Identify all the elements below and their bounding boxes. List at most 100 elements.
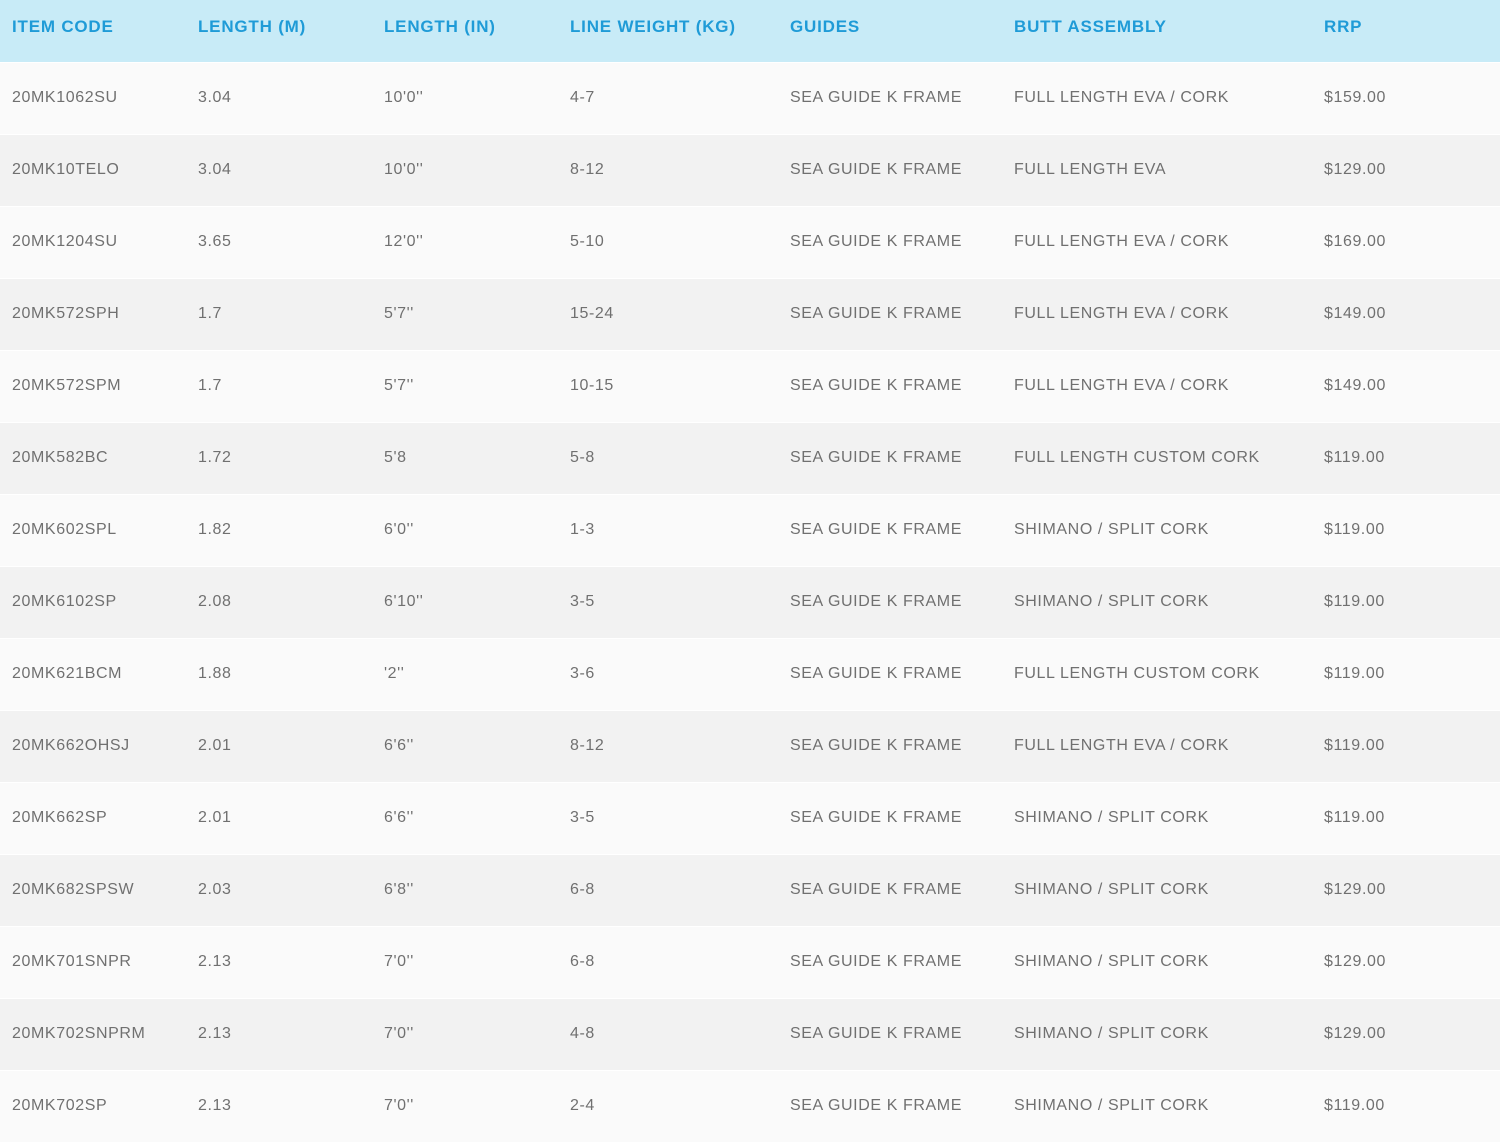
guides-cell: SEA GUIDE K FRAME	[778, 781, 1002, 854]
item-code-cell: 20MK582BC	[0, 421, 186, 494]
table-row: 20MK6102SP 2.08 6'10'' 3-5 SEA GUIDE K FRAME…	[0, 565, 1500, 638]
table-row: 20MK701SNPR 2.13 7'0'' 6-8 SEA GUIDE K FRAME…	[0, 925, 1500, 998]
length-in-cell: 6'0''	[372, 493, 558, 566]
guides-cell: SEA GUIDE K FRAME	[778, 133, 1002, 206]
rrp-cell: $129.00	[1312, 853, 1500, 926]
length-m-cell: 1.82	[186, 493, 372, 566]
line-weight-cell: 8-12	[558, 709, 778, 782]
butt-assembly-cell: FULL LENGTH CUSTOM CORK	[1002, 421, 1312, 494]
line-weight-cell: 5-8	[558, 421, 778, 494]
line-weight-cell: 15-24	[558, 277, 778, 350]
length-in-cell: 6'8''	[372, 853, 558, 926]
length-in-cell: 10'0''	[372, 61, 558, 134]
length-m-cell: 1.7	[186, 349, 372, 422]
guides-cell: SEA GUIDE K FRAME	[778, 565, 1002, 638]
line-weight-cell: 4-8	[558, 997, 778, 1070]
guides-cell: SEA GUIDE K FRAME	[778, 277, 1002, 350]
rrp-cell: $119.00	[1312, 493, 1500, 566]
line-weight-cell: 8-12	[558, 133, 778, 206]
table-body: 20MK1062SU 3.04 10'0'' 4-7 SEA GUIDE K FRAME…	[0, 61, 1500, 1142]
guides-cell: SEA GUIDE K FRAME	[778, 997, 1002, 1070]
column-header-guides: GUIDES	[790, 17, 860, 36]
table-row: 20MK572SPM 1.7 5'7'' 10-15 SEA GUIDE K FRAME…	[0, 349, 1500, 422]
length-m-cell: 1.72	[186, 421, 372, 494]
rrp-cell: $119.00	[1312, 421, 1500, 494]
butt-assembly-cell: FULL LENGTH EVA / CORK	[1002, 709, 1312, 782]
guides-cell: SEA GUIDE K FRAME	[778, 205, 1002, 278]
table-row: 20MK1062SU 3.04 10'0'' 4-7 SEA GUIDE K FRAME…	[0, 61, 1500, 134]
rrp-cell: $169.00	[1312, 205, 1500, 278]
guides-cell: SEA GUIDE K FRAME	[778, 421, 1002, 494]
rrp-cell: $149.00	[1312, 277, 1500, 350]
length-in-cell: 5'7''	[372, 277, 558, 350]
table-row: 20MK702SP 2.13 7'0'' 2-4 SEA GUIDE K FRAME SH…	[0, 1069, 1500, 1142]
length-m-cell: 1.88	[186, 637, 372, 710]
butt-assembly-cell: SHIMANO / SPLIT CORK	[1002, 997, 1312, 1070]
table-row: 20MK582BC 1.72 5'8 5-8 SEA GUIDE K FRAME FULL…	[0, 421, 1500, 494]
butt-assembly-cell: SHIMANO / SPLIT CORK	[1002, 565, 1312, 638]
rrp-cell: $119.00	[1312, 781, 1500, 854]
length-in-cell: 12'0''	[372, 205, 558, 278]
column-header-rrp: RRP	[1324, 17, 1363, 36]
line-weight-cell: 2-4	[558, 1069, 778, 1142]
length-in-cell: 6'6''	[372, 781, 558, 854]
length-m-cell: 3.04	[186, 61, 372, 134]
length-m-cell: 2.13	[186, 997, 372, 1070]
length-in-cell: 7'0''	[372, 1069, 558, 1142]
header-row: ITEM CODE LENGTH (M) LENGTH (IN) LINE WE…	[0, 0, 1500, 62]
column-header-length-m: LENGTH (M)	[198, 17, 307, 36]
rrp-cell: $129.00	[1312, 133, 1500, 206]
table-row: 20MK621BCM 1.88'2'' 3-6 SEA GUIDE K FRAME FU…	[0, 637, 1500, 710]
item-code-cell: 20MK572SPM	[0, 349, 186, 422]
line-weight-cell: 10-15	[558, 349, 778, 422]
length-m-cell: 3.04	[186, 133, 372, 206]
length-in-cell: 6'6''	[372, 709, 558, 782]
butt-assembly-cell: FULL LENGTH EVA	[1002, 133, 1312, 206]
table-row: 20MK662OHSJ 2.01 6'6'' 8-12 SEA GUIDE K FRAM…	[0, 709, 1500, 782]
item-code-cell: 20MK662SP	[0, 781, 186, 854]
rrp-cell: $119.00	[1312, 1069, 1500, 1142]
butt-assembly-cell: FULL LENGTH EVA / CORK	[1002, 61, 1312, 134]
column-header-butt-assembly: BUTT ASSEMBLY	[1014, 17, 1167, 36]
column-header-length-in: LENGTH (IN)	[384, 17, 496, 36]
table-row: 20MK10TELO 3.04 10'0'' 8-12 SEA GUIDE K FRAM…	[0, 133, 1500, 206]
butt-assembly-cell: FULL LENGTH EVA / CORK	[1002, 349, 1312, 422]
guides-cell: SEA GUIDE K FRAME	[778, 493, 1002, 566]
line-weight-cell: 6-8	[558, 925, 778, 998]
butt-assembly-cell: SHIMANO / SPLIT CORK	[1002, 925, 1312, 998]
length-m-cell: 3.65	[186, 205, 372, 278]
table-row: 20MK662SP 2.01 6'6'' 3-5 SEA GUIDE K FRAME SH…	[0, 781, 1500, 854]
length-m-cell: 2.08	[186, 565, 372, 638]
line-weight-cell: 3-6	[558, 637, 778, 710]
length-in-cell: 7'0''	[372, 925, 558, 998]
guides-cell: SEA GUIDE K FRAME	[778, 1069, 1002, 1142]
length-m-cell: 2.03	[186, 853, 372, 926]
line-weight-cell: 4-7	[558, 61, 778, 134]
product-spec-table: ITEM CODE LENGTH (M) LENGTH (IN) LINE WE…	[0, 0, 1500, 1142]
item-code-cell: 20MK621BCM	[0, 637, 186, 710]
item-code-cell: 20MK6102SP	[0, 565, 186, 638]
line-weight-cell: 1-3	[558, 493, 778, 566]
rrp-cell: $119.00	[1312, 565, 1500, 638]
item-code-cell: 20MK1204SU	[0, 205, 186, 278]
rrp-cell: $119.00	[1312, 709, 1500, 782]
rrp-cell: $149.00	[1312, 349, 1500, 422]
item-code-cell: 20MK682SPSW	[0, 853, 186, 926]
line-weight-cell: 5-10	[558, 205, 778, 278]
table-row: 20MK572SPH 1.7 5'7'' 15-24 SEA GUIDE K FRAME…	[0, 277, 1500, 350]
length-in-cell: 5'7''	[372, 349, 558, 422]
butt-assembly-cell: FULL LENGTH CUSTOM CORK	[1002, 637, 1312, 710]
butt-assembly-cell: SHIMANO / SPLIT CORK	[1002, 493, 1312, 566]
table-row: 20MK682SPSW 2.03 6'8'' 6-8 SEA GUIDE K FRAME…	[0, 853, 1500, 926]
length-in-cell: 6'10''	[372, 565, 558, 638]
rrp-cell: $129.00	[1312, 997, 1500, 1070]
length-m-cell: 2.01	[186, 781, 372, 854]
length-in-cell: '2''	[372, 637, 558, 710]
length-m-cell: 2.13	[186, 1069, 372, 1142]
column-header-line-weight: LINE WEIGHT (KG)	[570, 17, 736, 36]
column-header-item-code: ITEM CODE	[12, 17, 114, 36]
item-code-cell: 20MK1062SU	[0, 61, 186, 134]
length-m-cell: 1.7	[186, 277, 372, 350]
rrp-cell: $119.00	[1312, 637, 1500, 710]
item-code-cell: 20MK701SNPR	[0, 925, 186, 998]
